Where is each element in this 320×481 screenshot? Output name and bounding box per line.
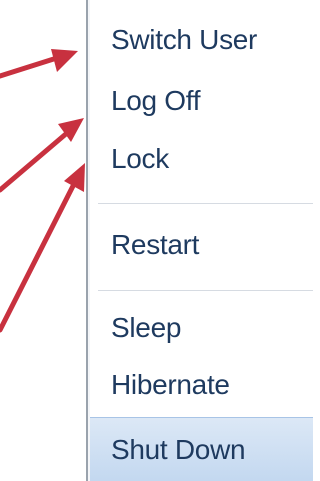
arrow-to-lock xyxy=(0,163,85,333)
arrow-to-switch-user xyxy=(0,49,78,79)
menu-separator xyxy=(98,290,313,291)
arrow-to-log-off xyxy=(0,118,84,193)
menu-item-restart[interactable]: Restart xyxy=(90,217,313,273)
menu-item-switch-user[interactable]: Switch User xyxy=(90,12,313,68)
menu-separator xyxy=(98,203,313,204)
menu-item-shut-down[interactable]: Shut Down xyxy=(90,417,313,481)
menu-item-log-off[interactable]: Log Off xyxy=(90,73,313,129)
menu-item-hibernate[interactable]: Hibernate xyxy=(90,357,313,413)
menu-item-label: Shut Down xyxy=(111,433,246,465)
menu-item-lock[interactable]: Lock xyxy=(90,131,313,187)
power-options-menu-screenshot: Switch User Log Off Lock Restart Sleep H… xyxy=(0,0,313,481)
menu-item-label: Lock xyxy=(111,143,169,174)
menu-item-label: Switch User xyxy=(111,24,258,55)
menu-item-label: Log Off xyxy=(111,85,201,116)
menu-item-label: Restart xyxy=(111,229,200,260)
menu-item-sleep[interactable]: Sleep xyxy=(90,300,313,356)
menu-item-label: Hibernate xyxy=(111,369,230,400)
shutdown-options-menu: Switch User Log Off Lock Restart Sleep H… xyxy=(90,0,313,481)
menu-item-label: Sleep xyxy=(111,312,182,343)
